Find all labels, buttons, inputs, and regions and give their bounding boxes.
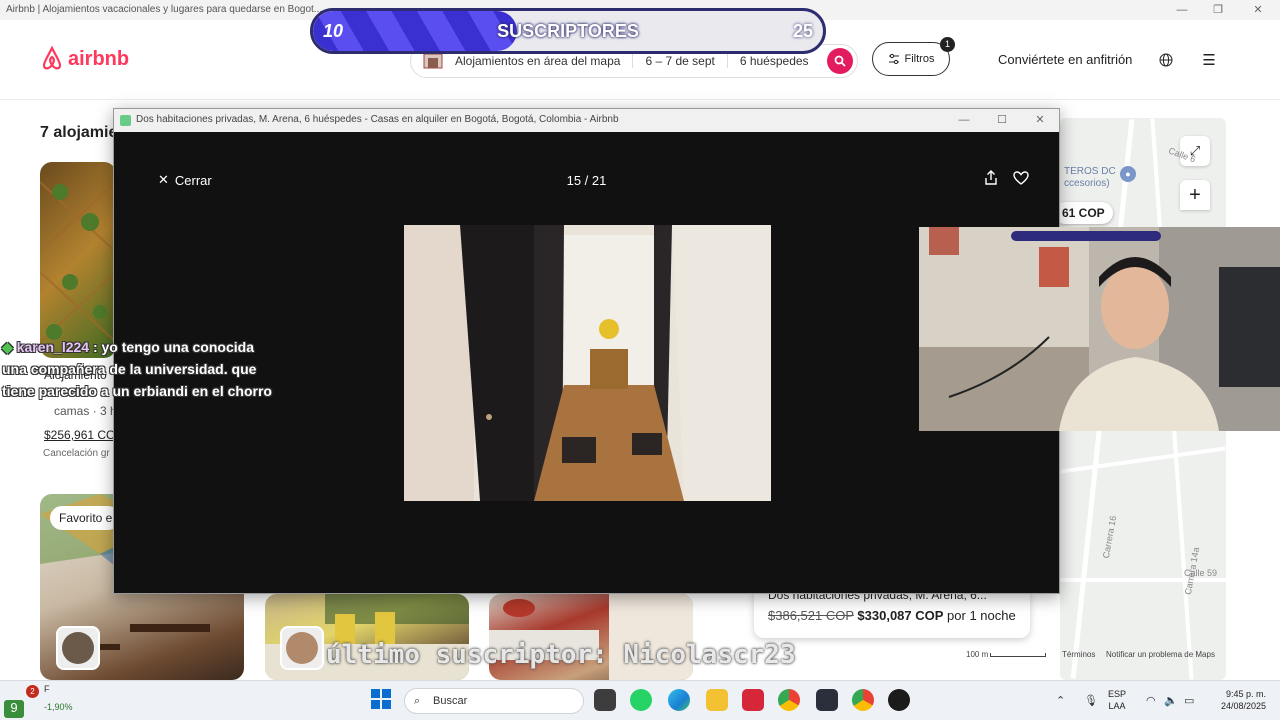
photo-counter: 15 / 21	[566, 173, 607, 188]
task-view-icon[interactable]	[594, 689, 616, 711]
logo-text: airbnb	[68, 47, 130, 70]
filters-label: Filtros	[904, 53, 935, 65]
volume-icon[interactable]: 🔈	[1164, 694, 1178, 707]
sliders-icon	[888, 53, 899, 65]
search-icon: ⌕	[414, 695, 421, 707]
subscriber-goal-bar: 10 SUSCRIPTORES 25	[310, 8, 826, 54]
gallery-photo[interactable]	[404, 225, 771, 501]
weather-text: F	[44, 684, 50, 694]
edge-icon[interactable]	[668, 689, 690, 711]
filters-button[interactable]: Filtros 1	[872, 37, 955, 76]
battery-icon[interactable]: ▭	[1184, 694, 1194, 707]
listing-cancellation: Cancelación gr	[43, 448, 110, 459]
map-scale-bar	[990, 652, 1047, 657]
minimize-icon[interactable]: —	[1172, 2, 1192, 18]
viewer-maximize-icon[interactable]: ☐	[992, 112, 1012, 128]
language-indicator[interactable]: ESP LAA	[1108, 688, 1126, 712]
chrome-icon[interactable]	[778, 689, 800, 711]
become-host-link[interactable]: Conviértete en anfitrión	[998, 52, 1132, 67]
last-subscriber-overlay: último suscriptor: Nicolascr23	[326, 640, 796, 670]
language-code: ESP	[1108, 689, 1127, 699]
restore-icon[interactable]: ❐	[1208, 2, 1228, 18]
map-terms-link[interactable]: Términos	[1062, 650, 1095, 659]
map-report-link[interactable]: Notificar un problema de Maps	[1106, 650, 1215, 659]
search-icon	[834, 55, 846, 67]
popup-old-price: $386,521 COP	[768, 608, 854, 623]
host-avatar	[280, 626, 324, 670]
viewer-titlebar: Dos habitaciones privadas, M. Arena, 6 h…	[114, 109, 1059, 132]
taskbar-search-placeholder: Buscar	[433, 695, 468, 707]
clock-time: 9:45 p. m.	[1225, 689, 1266, 699]
map-price-pin[interactable]: 61 COP	[1054, 202, 1113, 224]
heart-icon[interactable]	[1012, 169, 1030, 187]
obs-app-icon[interactable]	[816, 689, 838, 711]
file-explorer-icon[interactable]	[706, 689, 728, 711]
map-scale-text: 100 m	[966, 650, 989, 659]
share-icon[interactable]	[982, 169, 1000, 187]
results-count: 7 alojamie	[40, 124, 118, 141]
popup-price: $386,521 COP $330,087 COP por 1 noche	[768, 608, 1016, 623]
favorite-badge: Favorito e	[50, 506, 120, 530]
tray-chevron-up-icon[interactable]: ⌃	[1056, 694, 1065, 707]
subscriber-goal: 25	[792, 21, 813, 41]
chat-badge-icon: ◆	[2, 339, 13, 355]
viewer-minimize-icon[interactable]: —	[954, 112, 974, 128]
search-dates[interactable]: 6 – 7 de sept	[632, 54, 726, 68]
webcam-feed	[919, 227, 1280, 431]
airbnb-logo[interactable]: airbnb	[40, 46, 129, 72]
search-location[interactable]: Alojamientos en área del mapa	[443, 54, 632, 68]
viewer-title: Dos habitaciones privadas, M. Arena, 6 h…	[136, 114, 619, 125]
subscriber-label: SUSCRIPTORES	[497, 21, 639, 41]
street-label: Calle 59	[1184, 568, 1218, 578]
popup-per-night: por 1 noche	[947, 608, 1016, 623]
search-guests[interactable]: 6 huéspedes	[726, 54, 821, 68]
stream-chat-message: ◆ karen_l224 : yo tengo una conocida una…	[2, 336, 272, 402]
clock-date: 24/08/2025	[1220, 701, 1266, 711]
microphone-icon[interactable]: 🎙	[1084, 694, 1098, 707]
listing-price[interactable]: $256,961 CO	[44, 428, 115, 442]
map-poi-label: TEROS DC ccesorios) ●	[1064, 166, 1136, 190]
whatsapp-icon[interactable]	[630, 689, 652, 711]
taskbar-search[interactable]: ⌕ Buscar	[404, 688, 584, 714]
map-scale: 100 m	[966, 650, 1047, 659]
popup-new-price: $330,087 COP	[857, 608, 944, 623]
listing-photo[interactable]	[40, 162, 116, 358]
weather-value: -1,90%	[44, 702, 73, 712]
chrome-profile-icon[interactable]	[852, 689, 874, 711]
obs-studio-icon[interactable]	[888, 689, 910, 711]
zoom-in-icon[interactable]: +	[1180, 180, 1210, 210]
weather-widget-icon[interactable]: 9	[4, 700, 24, 718]
close-window-icon[interactable]: ✕	[1248, 2, 1268, 18]
notification-badge: 2	[26, 685, 39, 698]
viewer-close-icon[interactable]: ✕	[1030, 112, 1050, 128]
keyboard-layout: LAA	[1108, 701, 1126, 711]
listing-subtitle: camas · 3 h	[54, 404, 117, 418]
wifi-icon[interactable]: ◠	[1146, 694, 1156, 707]
map-poi-text: TEROS DC ccesorios)	[1064, 166, 1116, 189]
host-avatar	[56, 626, 100, 670]
filters-count-badge: 1	[940, 37, 955, 52]
airbnb-logo-icon	[42, 46, 62, 70]
wps-office-icon[interactable]	[742, 689, 764, 711]
windows-start-icon[interactable]	[370, 688, 392, 710]
browser-title: Airbnb | Alojamientos vacacionales y lug…	[6, 4, 323, 15]
system-clock[interactable]: 9:45 p. m. 24/08/2025	[1210, 688, 1266, 712]
chat-username: karen_l224	[16, 339, 90, 355]
hamburger-menu-icon[interactable]: ☰	[1194, 46, 1224, 76]
window-favicon-icon	[120, 115, 131, 126]
map-pin-icon: ●	[1120, 166, 1136, 182]
search-button[interactable]	[827, 48, 853, 74]
globe-icon[interactable]	[1152, 46, 1180, 74]
